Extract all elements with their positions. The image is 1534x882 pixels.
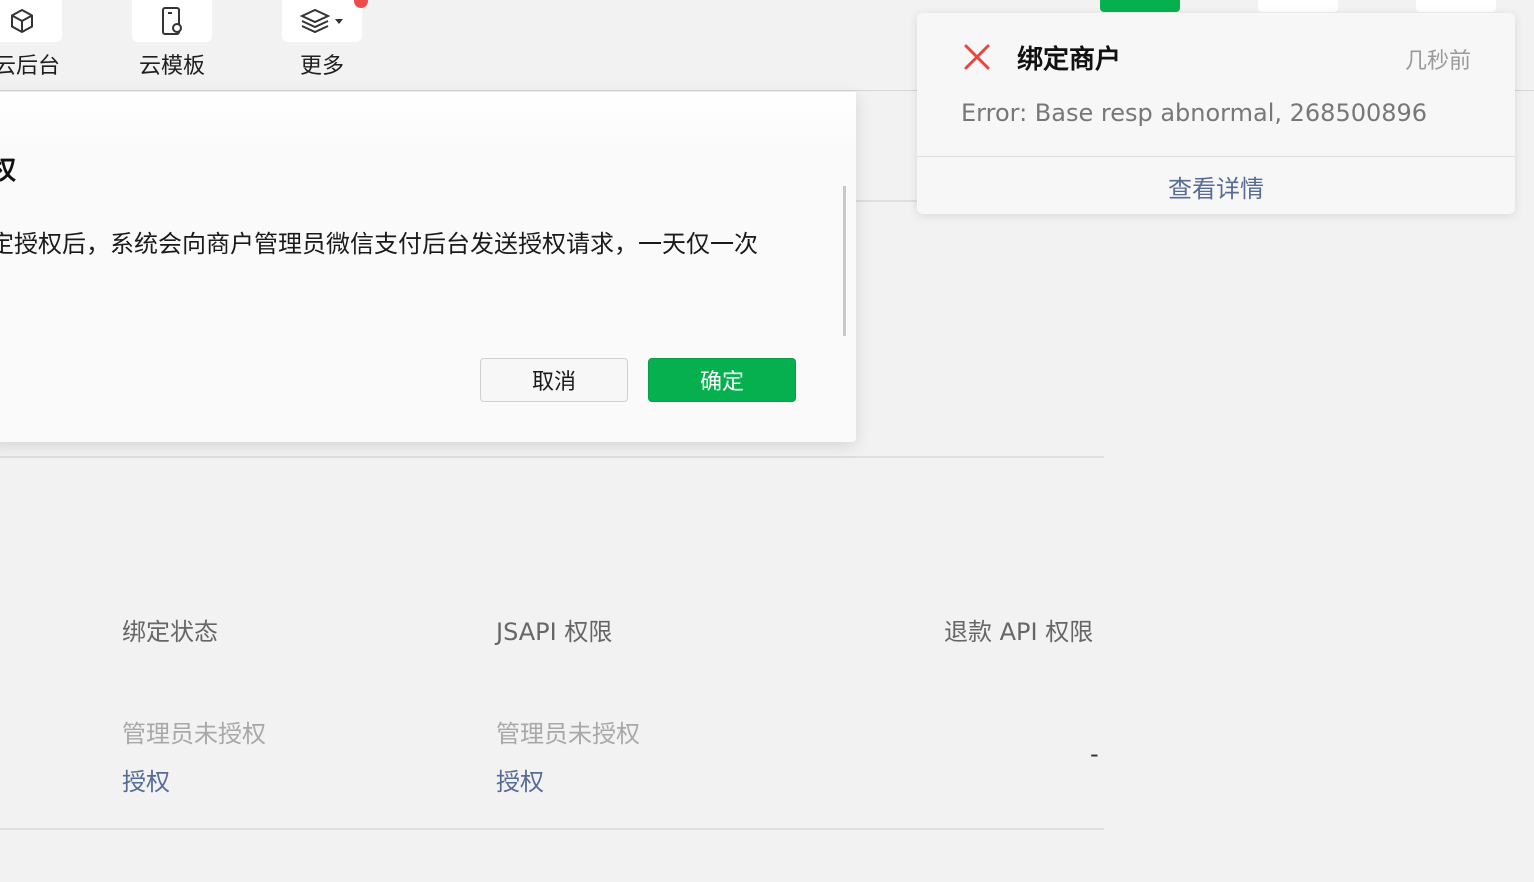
toolbar-item-cloud-template[interactable]: 云模板 (112, 0, 232, 90)
cube-icon (0, 0, 62, 42)
toolbar-item-more[interactable]: 更多 (262, 0, 382, 90)
divider (0, 828, 1104, 830)
dialog-body: 定授权后，系统会向商户管理员微信支付后台发送授权请求，一天仅一次 (0, 230, 758, 258)
divider (0, 456, 1104, 458)
chevron-down-icon (335, 19, 343, 24)
bind-status-text: 管理员未授权 (122, 720, 266, 748)
dialog-title: 权 (0, 156, 17, 186)
toolbar-item-green-partial[interactable] (1100, 0, 1180, 12)
app-window: 云后台 云模板 更多 绑定状态 JSAPI 权限 退款 API 权限 管理员未授… (0, 0, 1534, 882)
refund-api-value: - (1090, 740, 1099, 768)
cancel-button[interactable]: 取消 (480, 358, 628, 402)
view-details-link[interactable]: 查看详情 (917, 169, 1515, 204)
phone-template-icon (132, 0, 212, 42)
notification-message: Error: Base resp abnormal, 268500896 (961, 99, 1428, 127)
toolbar-label-cloud-template: 云模板 (138, 54, 205, 79)
notification-title: 绑定商户 (1017, 45, 1122, 75)
authorize-link-bind[interactable]: 授权 (122, 762, 170, 797)
toolbar-label-cloud-backend: 云后台 (0, 54, 60, 79)
toolbar-item-partial-3[interactable] (1416, 0, 1496, 12)
toolbar-label-more: 更多 (299, 54, 344, 79)
authorize-dialog: 权 定授权后，系统会向商户管理员微信支付后台发送授权请求，一天仅一次 取消 确定 (0, 92, 856, 442)
authorize-link-jsapi[interactable]: 授权 (496, 762, 544, 797)
jsapi-status-text: 管理员未授权 (496, 720, 640, 748)
dialog-scrollbar[interactable] (843, 186, 846, 336)
notification-divider (917, 156, 1515, 157)
column-header-jsapi: JSAPI 权限 (496, 618, 613, 646)
column-header-refund-api: 退款 API 权限 (944, 618, 1094, 646)
confirm-button[interactable]: 确定 (648, 358, 796, 402)
layers-icon (282, 0, 362, 42)
notification-time: 几秒前 (1404, 49, 1471, 74)
error-notification: 绑定商户 几秒前 Error: Base resp abnormal, 2685… (917, 13, 1515, 214)
toolbar-item-cloud-backend[interactable]: 云后台 (0, 0, 82, 90)
close-icon (963, 43, 991, 75)
toolbar-item-partial-2[interactable] (1258, 0, 1338, 12)
column-header-bind-status: 绑定状态 (122, 618, 218, 646)
